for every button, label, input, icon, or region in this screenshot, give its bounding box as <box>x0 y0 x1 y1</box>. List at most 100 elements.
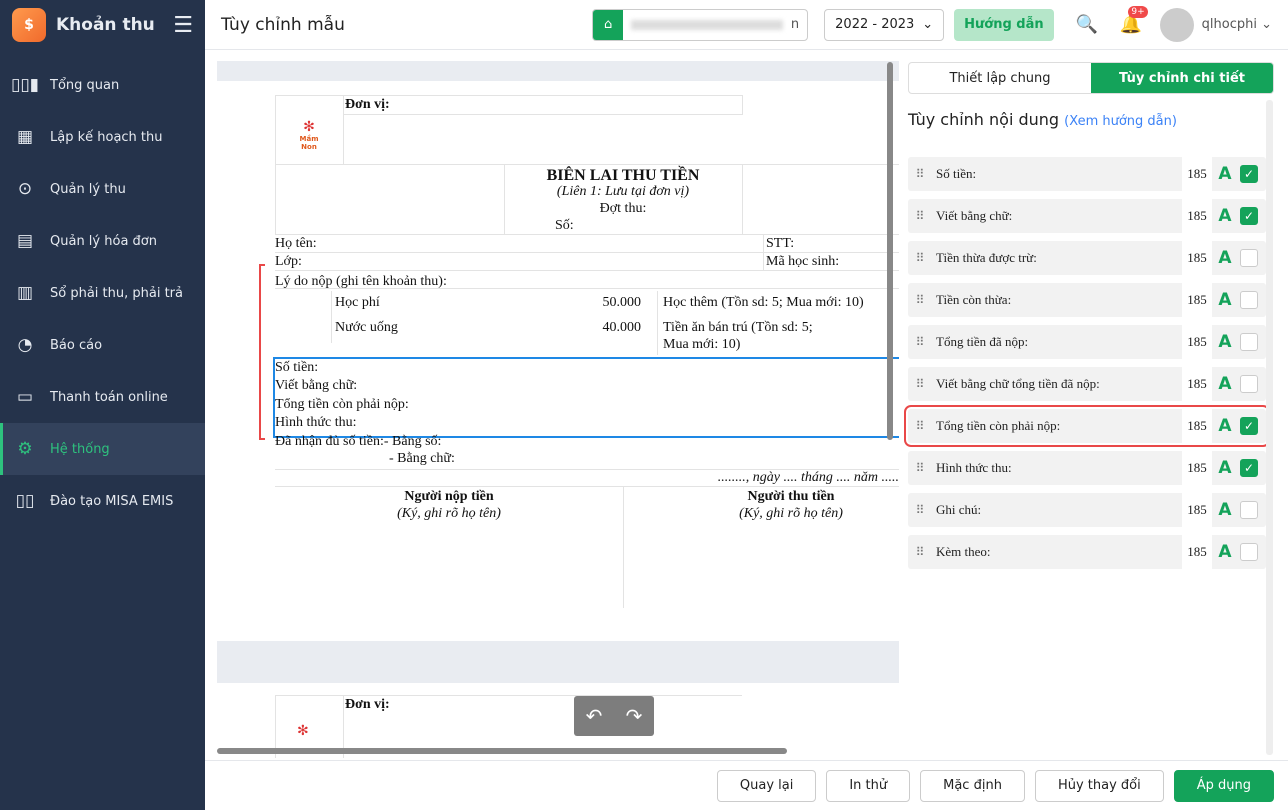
sidebar-item[interactable]: ▤ Quản lý hóa đơn <box>0 215 205 267</box>
drag-handle-icon[interactable]: ⠿ <box>908 377 932 392</box>
field-label: Kèm theo: <box>936 544 991 559</box>
visible-checkbox[interactable] <box>1240 333 1258 351</box>
font-size-input[interactable]: 185 <box>1182 283 1212 317</box>
content-field-row[interactable]: ⠿ Hình thức thu: 185 A ✓ <box>908 451 1266 485</box>
visible-checkbox[interactable]: ✓ <box>1240 165 1258 183</box>
school-selector[interactable]: ⌂ n <box>592 8 809 41</box>
preview-vertical-scrollbar[interactable] <box>887 62 893 440</box>
font-style-icon[interactable]: A <box>1212 332 1238 352</box>
name-label: Họ tên: <box>275 236 317 251</box>
drag-handle-icon[interactable]: ⠿ <box>908 503 932 518</box>
school-name-suffix: n <box>790 17 800 32</box>
field-label: Tổng tiền đã nộp: <box>936 334 1029 349</box>
sidebar-item[interactable]: ▯▯ Đào tạo MISA EMIS <box>0 475 205 527</box>
visible-checkbox[interactable] <box>1240 543 1258 561</box>
in-words-label: Viết bằng chữ: <box>275 378 358 393</box>
drag-handle-icon[interactable]: ⠿ <box>908 419 932 434</box>
bell-icon[interactable]: 🔔 9+ <box>1116 6 1148 35</box>
font-size-input[interactable]: 185 <box>1182 535 1212 569</box>
content-field-row[interactable]: ⠿ Viết bằng chữ tổng tiền đã nộp: 185 A <box>908 367 1266 401</box>
font-size-input[interactable]: 185 <box>1182 451 1212 485</box>
visible-checkbox[interactable]: ✓ <box>1240 417 1258 435</box>
date-line: ........, ngày .... tháng .... năm ..... <box>717 470 899 485</box>
year-value: 2022 - 2023 <box>835 17 915 32</box>
search-chart-icon[interactable]: 🔍 <box>1072 14 1102 35</box>
font-style-icon[interactable]: A <box>1212 542 1238 562</box>
sidebar-item[interactable]: ⊙ Quản lý thu <box>0 163 205 215</box>
font-size-input[interactable]: 185 <box>1182 409 1212 443</box>
apply-button[interactable]: Áp dụng <box>1173 769 1274 802</box>
guide-button[interactable]: Hướng dẫn <box>954 8 1054 41</box>
drag-handle-icon[interactable]: ⠿ <box>908 335 932 350</box>
sidebar-item-label: Quản lý hóa đơn <box>50 233 157 249</box>
font-size-input[interactable]: 185 <box>1182 157 1212 191</box>
drag-handle-icon[interactable]: ⠿ <box>908 251 932 266</box>
visible-checkbox[interactable] <box>1240 291 1258 309</box>
content-field-row[interactable]: ⠿ Viết bằng chữ: 185 A ✓ <box>908 199 1266 233</box>
panel-scrollbar[interactable] <box>1266 100 1273 755</box>
font-size-input[interactable]: 185 <box>1182 325 1212 359</box>
avatar[interactable] <box>1159 7 1194 42</box>
tab-general[interactable]: Thiết lập chung <box>909 63 1091 93</box>
font-style-icon[interactable]: A <box>1212 206 1238 226</box>
guide-link[interactable]: (Xem hướng dẫn) <box>1064 114 1177 129</box>
drag-handle-icon[interactable]: ⠿ <box>908 545 932 560</box>
user-menu[interactable]: qlhocphi ⌄ <box>1202 17 1272 32</box>
font-style-icon[interactable]: A <box>1212 290 1238 310</box>
font-size-input[interactable]: 185 <box>1182 367 1212 401</box>
content-field-row[interactable]: ⠿ Tổng tiền còn phải nộp: 185 A ✓ <box>904 405 1270 447</box>
sidebar-item[interactable]: ▥ Sổ phải thu, phải trả <box>0 267 205 319</box>
sidebar-item[interactable]: ⚙ Hệ thống <box>0 423 205 475</box>
drag-handle-icon[interactable]: ⠿ <box>908 209 932 224</box>
preview-horizontal-scrollbar[interactable] <box>217 748 787 754</box>
visible-checkbox[interactable] <box>1240 375 1258 393</box>
sidebar-item-label: Đào tạo MISA EMIS <box>50 493 174 509</box>
font-style-icon[interactable]: A <box>1212 416 1238 436</box>
receipt-preview[interactable]: ✻ Mầm Non Đơn vị: BIÊN LAI THU TIỀN (Liên… <box>217 61 899 758</box>
sidebar-item[interactable]: ▭ Thanh toán online <box>0 371 205 423</box>
drag-handle-icon[interactable]: ⠿ <box>908 293 932 308</box>
year-select[interactable]: 2022 - 2023 ⌄ <box>824 8 945 41</box>
visible-checkbox[interactable]: ✓ <box>1240 207 1258 225</box>
sidebar-item[interactable]: ◔ Báo cáo <box>0 319 205 371</box>
redo-icon[interactable]: ↷ <box>626 704 643 728</box>
content-field-row[interactable]: ⠿ Kèm theo: 185 A <box>908 535 1266 569</box>
receipt-page-2: Đơn vị: ✻ <box>217 683 899 758</box>
font-size-input[interactable]: 185 <box>1182 493 1212 527</box>
content-field-row[interactable]: ⠿ Tiền còn thừa: 185 A <box>908 283 1266 317</box>
amount-label: Số tiền: <box>275 360 319 375</box>
font-size-input[interactable]: 185 <box>1182 199 1212 233</box>
number-label: Số: <box>555 218 574 233</box>
payer-label: Người nộp tiền <box>404 489 494 504</box>
content-field-row[interactable]: ⠿ Tổng tiền đã nộp: 185 A <box>908 325 1266 359</box>
receipt-page: ✻ Mầm Non Đơn vị: BIÊN LAI THU TIỀN (Liên… <box>217 81 899 641</box>
field-label: Tổng tiền còn phải nộp: <box>936 418 1061 433</box>
received-words-label: - Bằng chữ: <box>389 451 455 466</box>
drag-handle-icon[interactable]: ⠿ <box>908 461 932 476</box>
visible-checkbox[interactable]: ✓ <box>1240 459 1258 477</box>
sidebar-item[interactable]: ▯▯▮ Tổng quan <box>0 59 205 111</box>
visible-checkbox[interactable] <box>1240 501 1258 519</box>
content-field-row[interactable]: ⠿ Tiền thừa được trừ: 185 A <box>908 241 1266 275</box>
font-style-icon[interactable]: A <box>1212 164 1238 184</box>
drag-handle-icon[interactable]: ⠿ <box>908 167 932 182</box>
default-button[interactable]: Mặc định <box>920 769 1025 802</box>
chevron-down-icon: ⌄ <box>922 17 934 32</box>
back-button[interactable]: Quay lại <box>716 769 817 802</box>
font-style-icon[interactable]: A <box>1212 374 1238 394</box>
font-size-input[interactable]: 185 <box>1182 241 1212 275</box>
class-label: Lớp: <box>275 254 302 269</box>
font-style-icon[interactable]: A <box>1212 248 1238 268</box>
tab-detail[interactable]: Tùy chỉnh chi tiết <box>1091 63 1273 93</box>
font-style-icon[interactable]: A <box>1212 458 1238 478</box>
ledger-icon: ▥ <box>16 283 34 303</box>
font-style-icon[interactable]: A <box>1212 500 1238 520</box>
cancel-changes-button[interactable]: Hủy thay đổi <box>1034 769 1164 802</box>
content-field-row[interactable]: ⠿ Ghi chú: 185 A <box>908 493 1266 527</box>
visible-checkbox[interactable] <box>1240 249 1258 267</box>
sidebar-item[interactable]: ▦ Lập kế hoạch thu <box>0 111 205 163</box>
content-field-row[interactable]: ⠿ Số tiền: 185 A ✓ <box>908 157 1266 191</box>
undo-icon[interactable]: ↶ <box>586 704 603 728</box>
menu-icon[interactable]: ☰ <box>173 13 193 38</box>
print-test-button[interactable]: In thử <box>826 769 911 802</box>
